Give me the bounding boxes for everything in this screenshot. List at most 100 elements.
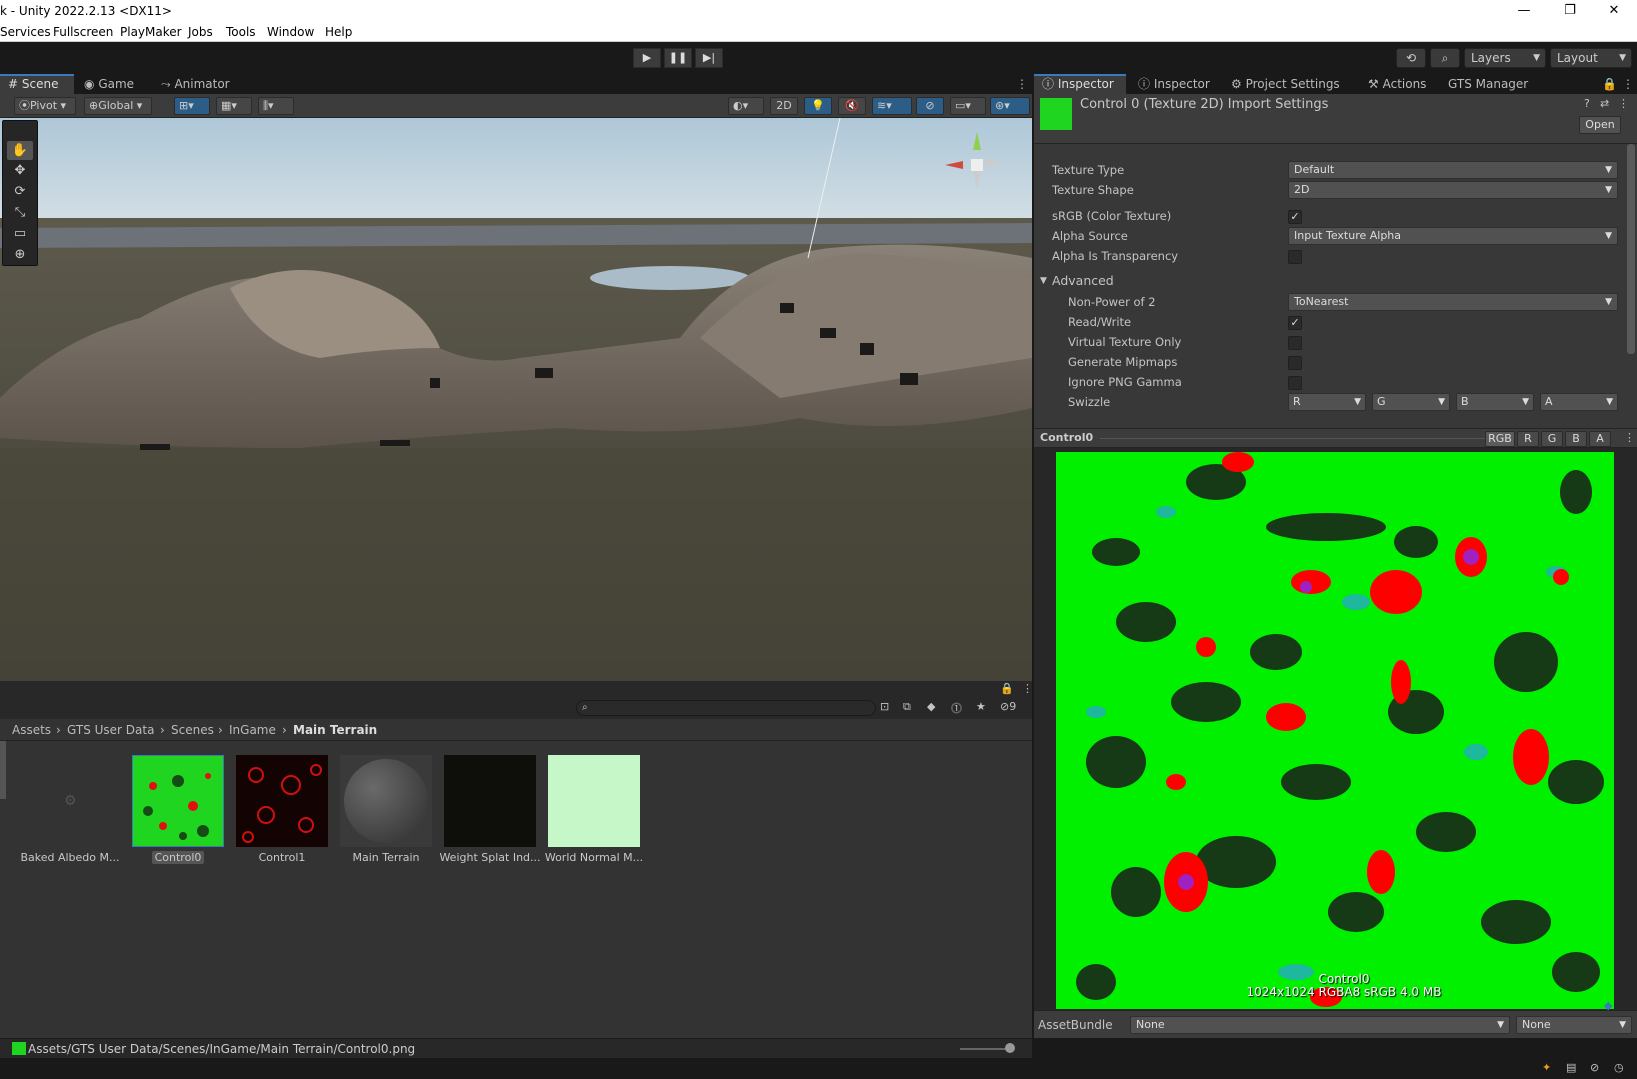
move-tool-button[interactable]: ✥ [7, 161, 33, 180]
assetbundle-name-dropdown[interactable]: None ▼ [1130, 1016, 1510, 1034]
scrollbar[interactable] [0, 741, 6, 799]
2d-toggle[interactable]: 2D [770, 97, 798, 115]
cache-icon[interactable]: ◷ [1614, 1061, 1624, 1074]
scene-viewport[interactable] [0, 118, 1032, 681]
tab-actions[interactable]: ⚒ Actions [1368, 74, 1426, 94]
preview-drag-handle[interactable] [1100, 438, 1510, 439]
tab-project-settings[interactable]: ⚙ Project Settings [1231, 74, 1340, 94]
swizzle-g-dropdown[interactable]: G ▼ [1372, 393, 1450, 411]
breadcrumb-assets[interactable]: Assets [12, 723, 51, 737]
layout-dropdown[interactable]: Layout ▼ [1550, 48, 1632, 68]
read-write-checkbox[interactable]: ✓ [1288, 316, 1302, 330]
channel-a-button[interactable]: A [1589, 431, 1611, 447]
lock-icon[interactable]: 🔒 [1000, 682, 1014, 695]
layers-dropdown[interactable]: Layers ▼ [1464, 48, 1546, 68]
srgb-checkbox[interactable]: ✓ [1288, 210, 1302, 224]
play-button[interactable]: ▶ [633, 48, 661, 68]
more-vertical-icon[interactable]: ⋮ [1618, 97, 1629, 110]
generate-mipmaps-checkbox[interactable] [1288, 356, 1302, 370]
more-vertical-icon[interactable]: ⋮ [1022, 682, 1033, 695]
breadcrumb-gts-user-data[interactable]: GTS User Data [67, 723, 154, 737]
grid-snap-toggle[interactable]: ⊞▾ [174, 97, 210, 115]
global-dropdown[interactable]: ⊕Global ▾ [84, 97, 152, 115]
asset-item[interactable]: World Normal M... [542, 755, 646, 864]
favorite-star-icon[interactable]: ★ [976, 700, 986, 713]
lock-icon[interactable]: 🔒 [1602, 74, 1617, 94]
network-icon[interactable]: ⊘ [1590, 1061, 1599, 1074]
thumbnail-size-slider[interactable] [960, 1048, 1010, 1050]
tab-scene[interactable]: # Scene [0, 74, 74, 94]
swizzle-r-dropdown[interactable]: R ▼ [1288, 393, 1366, 411]
menu-jobs[interactable]: Jobs [188, 25, 213, 39]
create-filter-icon[interactable]: ⊡ [880, 700, 889, 713]
maximize-button[interactable]: ❐ [1547, 0, 1593, 22]
presets-icon[interactable]: ⇄ [1600, 97, 1609, 110]
slider-handle[interactable] [1005, 1043, 1015, 1053]
texture-shape-dropdown[interactable]: 2D ▼ [1288, 181, 1618, 199]
channel-rgb-button[interactable]: RGB [1485, 431, 1515, 447]
swizzle-a-dropdown[interactable]: A ▼ [1540, 393, 1618, 411]
lightbulb-icon[interactable]: ✦ [1542, 1061, 1551, 1074]
tab-gts-manager[interactable]: GTS Manager [1448, 74, 1528, 94]
grid-toggle[interactable]: ▦▾ [216, 97, 252, 115]
pivot-dropdown[interactable]: ⦿Pivot ▾ [14, 97, 76, 115]
breadcrumb-ingame[interactable]: InGame [229, 723, 276, 737]
channel-r-button[interactable]: R [1517, 431, 1539, 447]
tab-animator[interactable]: ⤳ Animator [153, 74, 238, 94]
breadcrumb-main-terrain[interactable]: Main Terrain [293, 723, 377, 737]
project-search-input[interactable]: ⌕ [576, 700, 876, 716]
scene-visibility-toggle[interactable]: ⊘ [916, 97, 944, 115]
label-filter-icon[interactable]: ◆ [927, 700, 935, 713]
scale-tool-button[interactable]: ⤡ [7, 203, 33, 222]
menu-window[interactable]: Window [267, 25, 314, 39]
menu-playmaker[interactable]: PlayMaker [120, 25, 182, 39]
menu-fullscreen[interactable]: Fullscreen [53, 25, 113, 39]
breadcrumb-scenes[interactable]: Scenes [171, 723, 214, 737]
texture-preview-area[interactable]: Control0 1024x1024 RGBA8 sRGB 4.0 MB [1034, 448, 1637, 1010]
channel-g-button[interactable]: G [1541, 431, 1563, 447]
asset-item[interactable]: Control1 [230, 755, 334, 864]
increment-snap-toggle[interactable]: ⫼▾ [258, 97, 294, 115]
alpha-transparency-checkbox[interactable] [1288, 250, 1302, 264]
type-filter-icon[interactable]: ⧉ [903, 700, 911, 714]
audio-toggle[interactable]: 🔇 [838, 97, 866, 115]
advanced-foldout[interactable]: ▼ Advanced [1034, 271, 1637, 291]
minimize-button[interactable]: — [1501, 0, 1547, 22]
close-button[interactable]: ✕ [1591, 0, 1637, 22]
channel-b-button[interactable]: B [1565, 431, 1587, 447]
texture-type-dropdown[interactable]: Default ▼ [1288, 161, 1618, 179]
gizmos-dropdown[interactable]: ⊛▾ [990, 97, 1030, 115]
tab-inspector[interactable]: ⓘ Inspector [1034, 74, 1126, 94]
tab-options-button[interactable]: ⋮ [1008, 74, 1036, 94]
draw-mode-dropdown[interactable]: ◐▾ [728, 97, 764, 115]
tab-game[interactable]: ◉ Game [76, 74, 142, 94]
assetbundle-variant-dropdown[interactable]: None ▼ [1516, 1016, 1632, 1034]
non-power-of-2-dropdown[interactable]: ToNearest ▼ [1288, 293, 1618, 311]
more-vertical-icon[interactable]: ⋮ [1624, 431, 1635, 444]
lighting-toggle[interactable]: 💡 [804, 97, 832, 115]
alpha-source-dropdown[interactable]: Input Texture Alpha ▼ [1288, 227, 1618, 245]
transform-tool-button[interactable]: ⊕ [7, 245, 33, 264]
inspector-scrollbar[interactable] [1627, 144, 1635, 354]
asset-item[interactable]: ⚙ Baked Albedo M... [18, 755, 122, 864]
hidden-packages-toggle[interactable]: ⊘9 [1000, 700, 1016, 713]
warning-filter-icon[interactable]: ⓵ [951, 700, 962, 716]
history-button[interactable]: ⟲ [1396, 48, 1426, 68]
effects-dropdown[interactable]: ≋▾ [872, 97, 912, 115]
pause-button[interactable]: ❚❚ [664, 48, 692, 68]
tag-icon[interactable]: ◆ [1604, 999, 1612, 1012]
rotate-tool-button[interactable]: ⟳ [7, 182, 33, 201]
orientation-gizmo[interactable] [935, 128, 1005, 198]
hand-tool-button[interactable]: ✋ [7, 141, 33, 160]
camera-dropdown[interactable]: ▭▾ [950, 97, 986, 115]
search-button[interactable]: ⌕ [1430, 48, 1460, 68]
virtual-texture-checkbox[interactable] [1288, 336, 1302, 350]
rect-tool-button[interactable]: ▭ [7, 224, 33, 243]
progress-icon[interactable]: ▤ [1566, 1061, 1576, 1074]
asset-item[interactable]: Main Terrain [334, 755, 438, 864]
open-button[interactable]: Open [1579, 116, 1621, 134]
help-icon[interactable]: ? [1584, 97, 1590, 110]
menu-tools[interactable]: Tools [226, 25, 256, 39]
swizzle-b-dropdown[interactable]: B ▼ [1456, 393, 1534, 411]
tab-inspector-2[interactable]: ⓘ Inspector [1138, 74, 1210, 94]
